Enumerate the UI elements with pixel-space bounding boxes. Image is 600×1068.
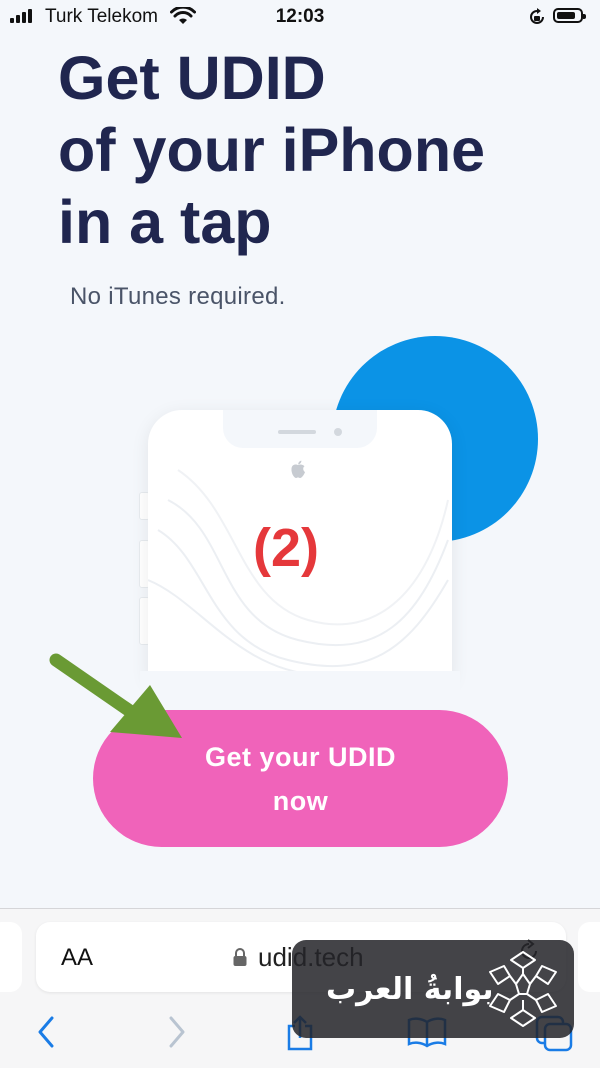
clock: 12:03 xyxy=(275,6,325,27)
phone-speaker xyxy=(278,430,316,434)
phone-camera xyxy=(334,428,342,436)
subheadline: No iTunes required. xyxy=(70,283,286,310)
text-size-button[interactable]: AA xyxy=(61,944,93,972)
headline: Get UDID of your iPhone in a tap xyxy=(58,42,485,258)
next-tab-preview[interactable] xyxy=(578,922,600,992)
headline-line: Get UDID xyxy=(58,44,326,112)
watermark-overlay: بوابةُ العرب xyxy=(292,940,574,1038)
get-udid-button-label: Get your UDID xyxy=(204,741,397,772)
get-udid-button-label: now xyxy=(272,785,329,816)
watermark-text: بوابةُ العرب xyxy=(326,972,494,1007)
back-icon[interactable] xyxy=(34,1014,60,1050)
watermark-logo-icon xyxy=(489,951,557,1027)
apple-logo-icon xyxy=(291,460,305,478)
rotation-lock-icon xyxy=(530,8,544,24)
phone-illustration: (2) xyxy=(148,410,452,680)
status-bar: Turk Telekom 12:03 xyxy=(0,0,600,34)
phone-notch xyxy=(223,410,377,448)
headline-line: of your iPhone xyxy=(58,116,485,184)
previous-tab-preview[interactable] xyxy=(0,922,22,992)
lock-icon xyxy=(233,948,247,966)
forward-icon[interactable] xyxy=(163,1014,189,1050)
step-number-annotation: (2) xyxy=(253,518,319,578)
battery-icon xyxy=(553,8,586,23)
headline-line: in a tap xyxy=(58,188,272,256)
annotation-arrow-icon xyxy=(49,653,182,738)
